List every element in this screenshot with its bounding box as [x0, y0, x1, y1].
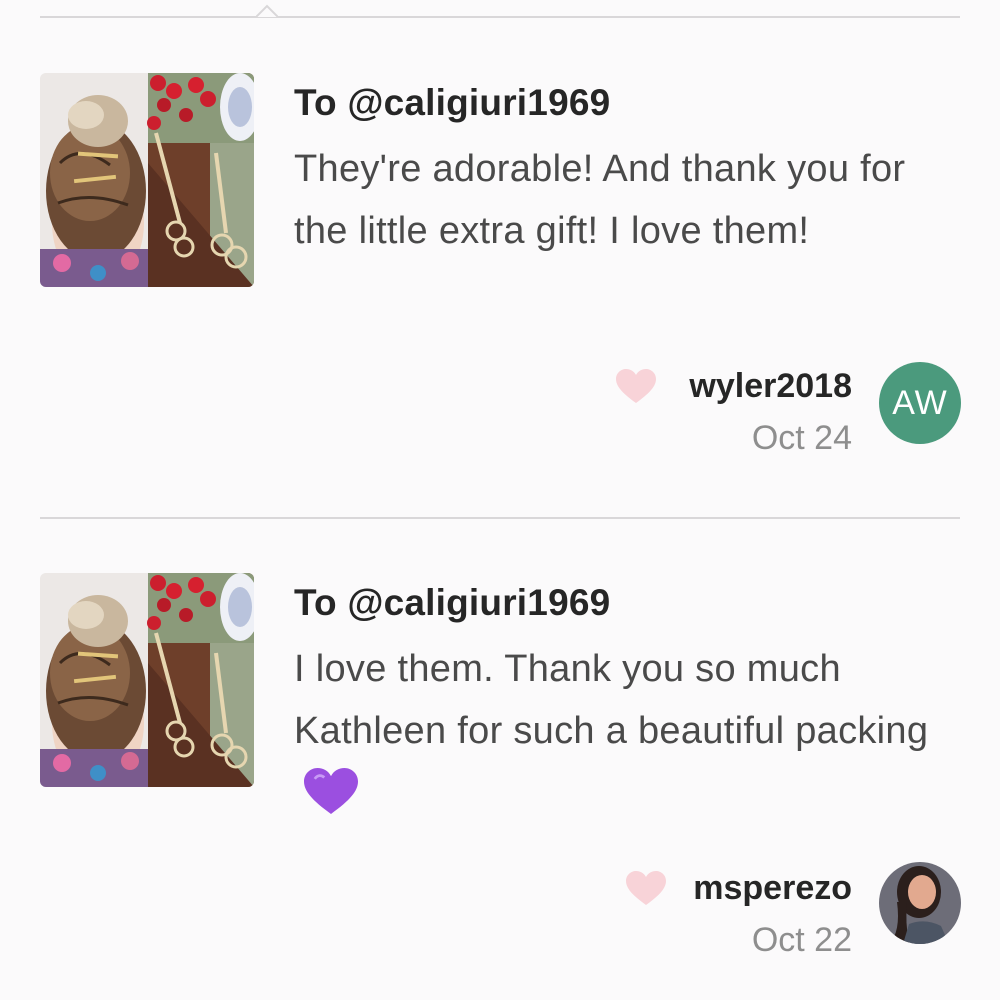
review-date: Oct 22 — [751, 921, 852, 959]
avatar-initials: AW — [892, 383, 948, 422]
reviewer-username[interactable]: msperezo — [693, 869, 852, 908]
product-thumbnail[interactable] — [40, 73, 254, 287]
reviewer-username[interactable]: wyler2018 — [689, 367, 852, 406]
heart-outline-icon[interactable] — [616, 368, 656, 404]
heart-outline-icon[interactable] — [626, 870, 666, 906]
reviews-page: To @caligiuri1969 They're adorable! And … — [0, 0, 1000, 1000]
caret-up-icon — [256, 4, 278, 18]
purple-heart-emoji-icon — [304, 768, 358, 814]
review-divider — [40, 517, 960, 519]
review-date: Oct 24 — [751, 419, 852, 457]
product-thumbnail[interactable] — [40, 573, 254, 787]
review-recipient[interactable]: To @caligiuri1969 — [294, 582, 610, 624]
avatar[interactable]: AW — [879, 362, 961, 444]
review-message: They're adorable! And thank you for the … — [294, 148, 906, 252]
avatar[interactable] — [879, 862, 961, 944]
review-message-text: I love them. Thank you so much Kathleen … — [294, 648, 929, 752]
review-recipient[interactable]: To @caligiuri1969 — [294, 82, 610, 124]
top-divider — [40, 16, 960, 18]
review-message: I love them. Thank you so much Kathleen … — [294, 638, 964, 824]
